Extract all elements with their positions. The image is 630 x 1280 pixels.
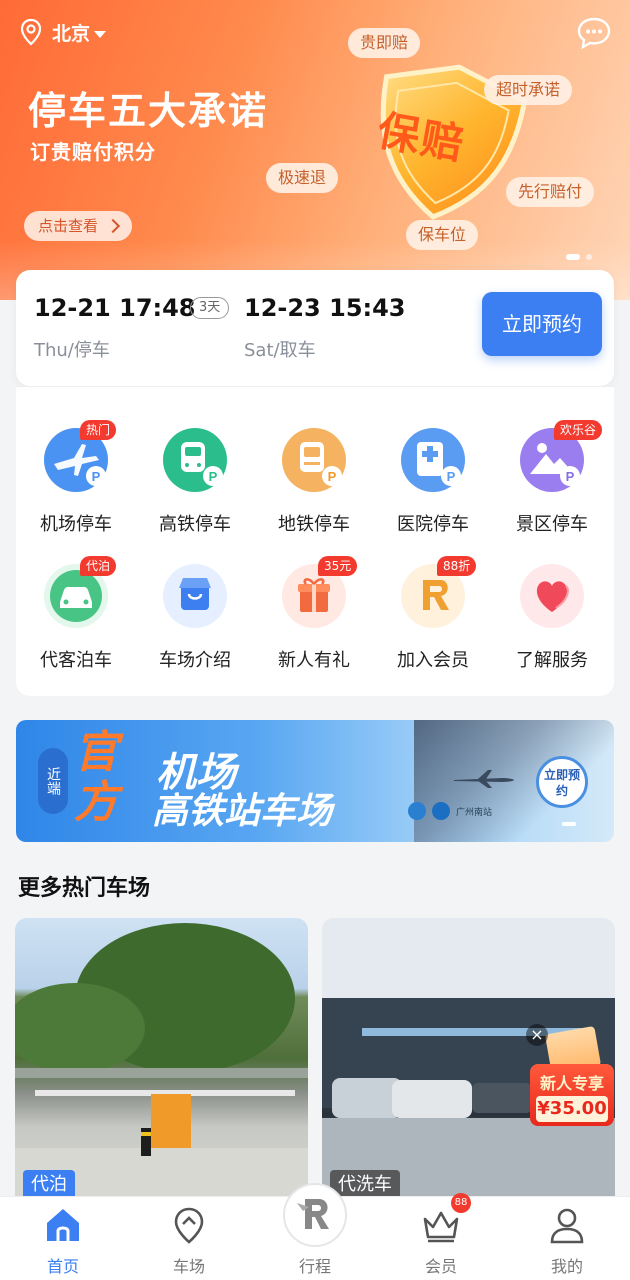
service-parking-lot-intro[interactable]: 车场介绍 [135, 564, 255, 672]
newcomer-amount: ¥35.00 [536, 1096, 608, 1122]
svg-text:P: P [566, 469, 575, 484]
service-label: 机场停车 [40, 514, 112, 535]
service-label: 了解服务 [516, 650, 588, 671]
service-label: 地铁停车 [278, 514, 350, 535]
service-valet-parking[interactable]: 代泊 代客泊车 [16, 556, 136, 672]
service-newcomer-gift[interactable]: 35元 新人有礼 [254, 556, 374, 672]
section-title: 更多热门车场 [18, 876, 151, 901]
hospital-parking-icon: P [401, 428, 465, 492]
newcomer-label: 新人专享 [539, 1074, 604, 1093]
service-learn-more[interactable]: 了解服务 [492, 564, 612, 672]
user-icon [550, 1208, 584, 1244]
svg-text:P: P [209, 469, 218, 484]
official-text: 官方 [74, 727, 118, 828]
tab-membership[interactable]: 会员 [396, 1205, 486, 1277]
service-label: 新人有礼 [278, 650, 350, 671]
hero-view-button[interactable]: 点击查看 [24, 211, 133, 241]
promise-pill: 保车位 [406, 220, 479, 250]
service-label: 高铁停车 [159, 514, 231, 535]
tab-home[interactable]: 首页 [18, 1205, 108, 1277]
airplane-icon [454, 770, 514, 788]
service-grid: P 热门 机场停车 P 高铁停车 P 地铁停车 P 医院停车 P 欢乐谷 景区停… [16, 386, 614, 696]
promise-pill: 贵即赔 [348, 28, 421, 58]
book-now-button[interactable]: 立即预约 [482, 292, 602, 356]
carousel-indicator [562, 822, 576, 826]
service-highspeed-rail-parking[interactable]: P 高铁停车 [135, 428, 255, 536]
service-label: 车场介绍 [159, 650, 231, 671]
home-icon [47, 1209, 79, 1241]
valet-badge: 代泊 [80, 556, 117, 576]
city-selector[interactable]: 北京 [20, 18, 107, 46]
duration-badge: 3天 [190, 297, 230, 319]
service-hospital-parking[interactable]: P 医院停车 [373, 428, 493, 536]
start-day: Thu/停车 [34, 340, 110, 361]
promise-pill: 先行赔付 [506, 177, 595, 207]
partner-logos: 广州南站 [408, 802, 492, 820]
promise-pill: 极速退 [266, 163, 339, 193]
booking-card: 12-21 17:48 Thu/停车 3天 12-23 15:43 Sat/取车… [16, 270, 614, 386]
service-join-membership[interactable]: 88折 加入会员 [373, 556, 493, 672]
carousel-indicator [566, 254, 592, 260]
highspeed-rail-parking-icon: P [163, 428, 227, 492]
city-name: 北京 [52, 22, 91, 45]
service-label: 景区停车 [516, 514, 588, 535]
bottom-tab-bar: 首页 车场 行程 会员 88 我的 [0, 1183, 630, 1280]
promo-book-button[interactable]: 立即预约 [536, 756, 588, 808]
service-label: 医院停车 [397, 514, 469, 535]
parking-gate-image [15, 923, 308, 1200]
end-datetime[interactable]: 12-23 15:43 [244, 294, 406, 322]
service-metro-parking[interactable]: P 地铁停车 [254, 428, 374, 536]
svg-text:P: P [328, 469, 337, 484]
service-label: 加入会员 [397, 650, 469, 671]
chevron-down-icon [94, 30, 107, 38]
tab-label: 首页 [46, 1257, 79, 1276]
location-icon [174, 1207, 204, 1244]
hero-subtitle: 订贵赔付积分 [30, 140, 156, 164]
trip-center-button[interactable] [283, 1183, 347, 1247]
near-tag: 近端 [38, 748, 68, 814]
start-datetime[interactable]: 12-21 17:48 [34, 294, 196, 322]
promise-pill: 超时承诺 [484, 75, 573, 105]
hero-title: 停车五大承诺 [28, 89, 269, 133]
tab-profile[interactable]: 我的 [522, 1205, 612, 1277]
tab-label: 会员 [424, 1257, 457, 1276]
location-pin-icon [20, 18, 42, 46]
membership-badge: 88 [451, 1193, 471, 1213]
promo-badge: 欢乐谷 [554, 420, 603, 440]
end-day: Sat/取车 [244, 340, 316, 361]
message-icon[interactable] [576, 16, 612, 50]
parking-lot-intro-icon [179, 578, 211, 610]
promo-line2: 高铁站车场 [152, 790, 333, 832]
airport-rail-promo-banner[interactable]: 近端 官方 机场 高铁站车场 广州南站 立即预约 [16, 720, 614, 842]
service-label: 代客泊车 [40, 650, 112, 671]
hero-banner[interactable]: 北京 停车五大承诺 订贵赔付积分 点击查看 保赔 贵即赔 超时承诺 极速退 先行… [0, 0, 630, 300]
discount-badge: 88折 [437, 556, 477, 576]
close-icon[interactable]: × [526, 1024, 548, 1046]
tab-label: 行程 [298, 1257, 331, 1276]
hot-badge: 热门 [80, 420, 117, 440]
tab-parking-lots[interactable]: 车场 [144, 1205, 234, 1277]
metro-parking-icon: P [282, 428, 346, 492]
svg-text:P: P [92, 469, 101, 484]
gift-badge: 35元 [318, 556, 358, 576]
tab-label: 我的 [550, 1257, 583, 1276]
service-scenic-parking[interactable]: P 欢乐谷 景区停车 [492, 420, 612, 536]
svg-text:P: P [447, 469, 456, 484]
tab-label: 车场 [172, 1257, 205, 1276]
trip-icon [297, 1199, 329, 1229]
heart-icon [536, 581, 569, 612]
newcomer-coupon-float[interactable]: × 新人专享 ¥35.00 [526, 1020, 618, 1130]
service-airport-parking[interactable]: P 热门 机场停车 [16, 420, 136, 536]
parking-lot-card[interactable]: 代泊 [15, 918, 308, 1200]
